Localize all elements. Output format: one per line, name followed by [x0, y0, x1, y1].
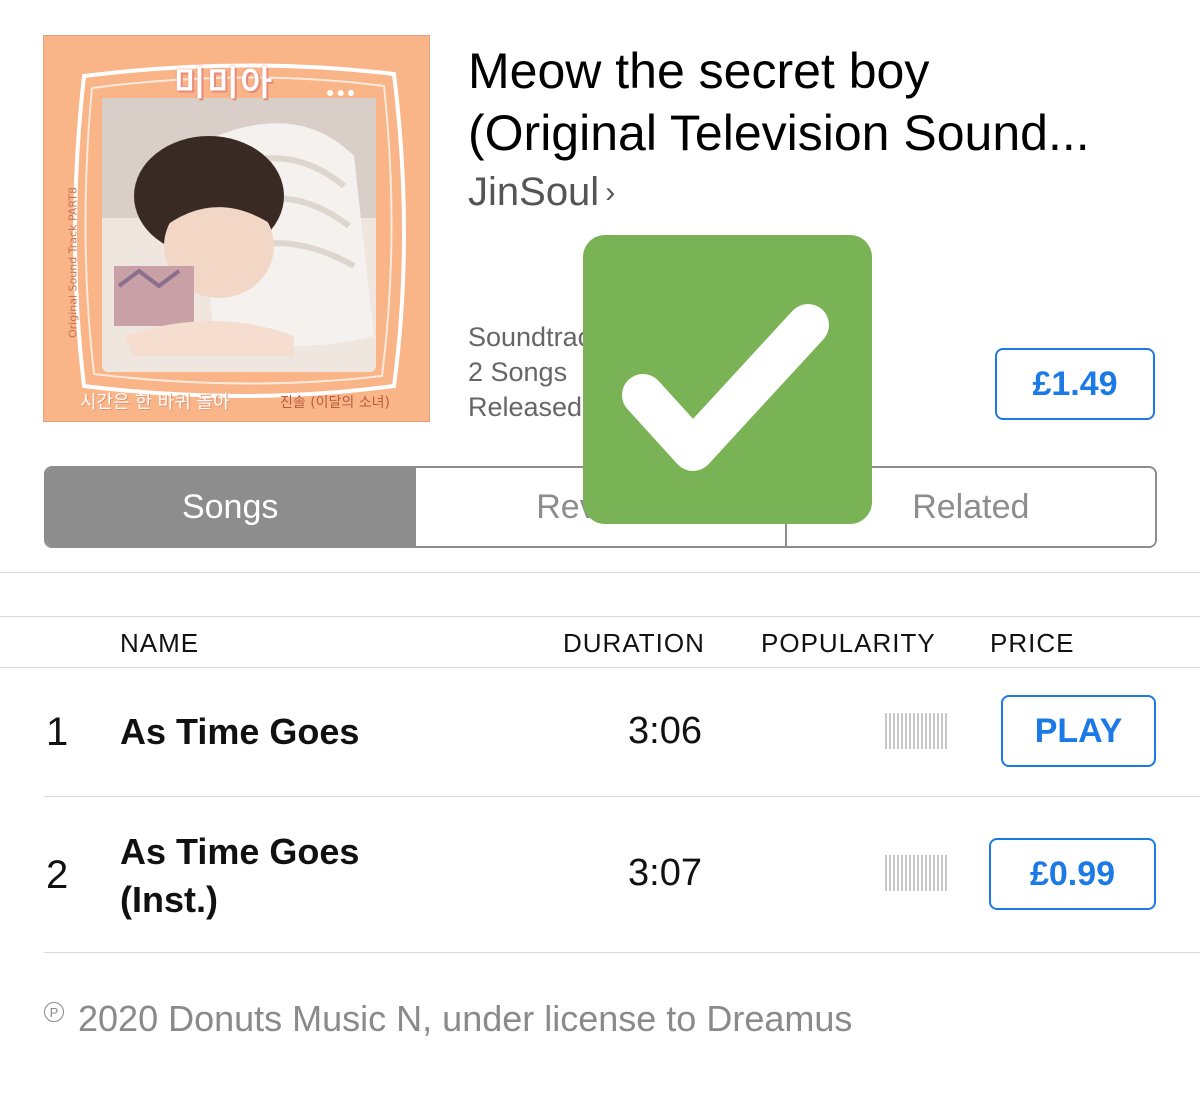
copyright-footer: P 2020 Donuts Music N, under license to … — [44, 998, 852, 1040]
track-title-line2: (Inst.) — [120, 879, 218, 920]
divider — [0, 667, 1200, 668]
album-artwork[interactable]: 미미아 ●●● Original Sound Track PART8 시간은 한… — [44, 36, 429, 421]
checkmark-badge — [583, 235, 872, 524]
column-header-popularity: POPULARITY — [761, 628, 936, 658]
artwork-side-text: Original Sound Track PART8 — [66, 187, 80, 338]
track-title-line1: As Time Goes — [120, 831, 360, 872]
popularity-bar — [885, 713, 947, 749]
album-title-line1: Meow the secret boy — [468, 43, 930, 99]
column-header-name: NAME — [120, 628, 200, 658]
track-title-line1: As Time Goes — [120, 711, 360, 752]
phonogram-icon: P — [44, 1002, 64, 1022]
track-title[interactable]: As Time Goes — [120, 708, 359, 756]
track-number: 1 — [46, 710, 69, 754]
album-price-button[interactable]: £1.49 — [995, 348, 1155, 420]
buy-track-button[interactable]: £0.99 — [989, 838, 1156, 910]
divider — [44, 796, 1200, 797]
divider — [0, 572, 1200, 573]
tab-songs[interactable]: Songs — [46, 468, 415, 546]
album-title: Meow the secret boy (Original Television… — [468, 40, 1168, 164]
artwork-paw-prints: ●●● — [326, 84, 358, 100]
artwork-artist-credit: 진솔 (이달의 소녀) — [280, 395, 390, 411]
track-number: 2 — [46, 853, 69, 897]
track-title[interactable]: As Time Goes (Inst.) — [120, 828, 359, 924]
artwork-song-title: 시간은 한 바퀴 돌아 — [80, 392, 230, 413]
divider — [44, 952, 1200, 953]
copyright-text: 2020 Donuts Music N, under license to Dr… — [78, 998, 853, 1039]
divider — [0, 616, 1200, 617]
album-title-line2: (Original Television Sound... — [468, 105, 1090, 161]
track-duration: 3:06 — [628, 710, 702, 752]
checkmark-icon — [622, 304, 829, 471]
chevron-right-icon: › — [605, 175, 616, 209]
column-header-price: PRICE — [990, 628, 1075, 658]
artwork-logo-text: 미미아 — [174, 64, 274, 104]
column-header-duration: DURATION — [563, 628, 705, 658]
artist-name: JinSoul — [468, 170, 600, 214]
track-duration: 3:07 — [628, 852, 702, 894]
play-button[interactable]: PLAY — [1001, 695, 1156, 767]
popularity-bar — [885, 855, 947, 891]
artist-link[interactable]: JinSoul › — [468, 170, 615, 215]
